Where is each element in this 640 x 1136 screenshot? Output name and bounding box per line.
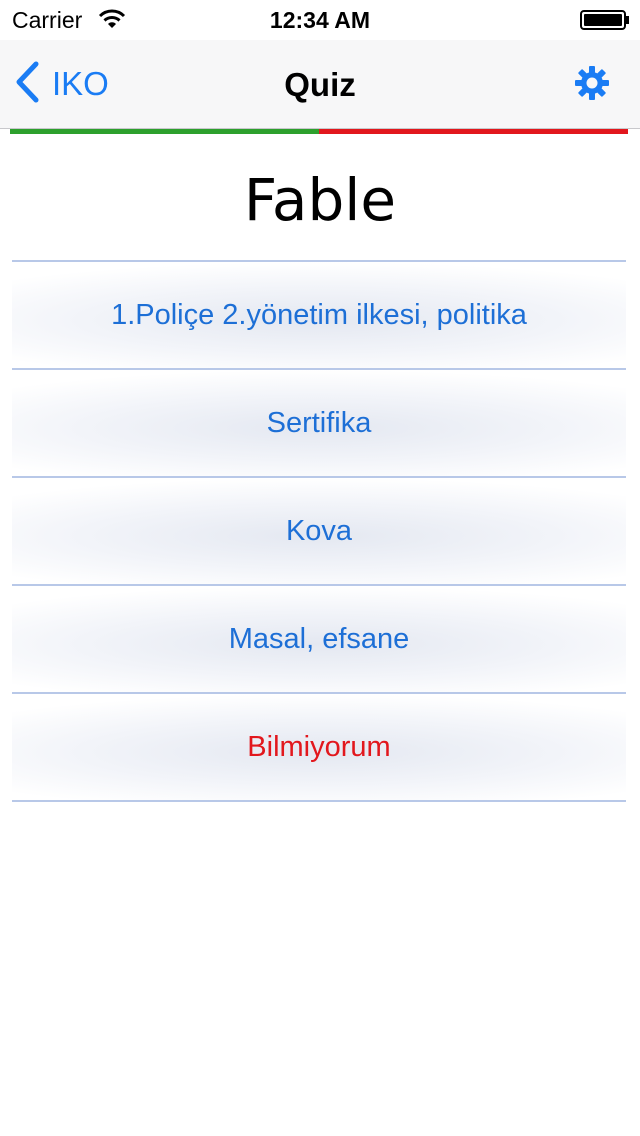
status-bar: Carrier 12:34 AM	[0, 0, 640, 40]
question-word: Fable	[243, 166, 397, 234]
clock: 12:34 AM	[269, 7, 371, 33]
progress-correct	[10, 129, 319, 134]
dont-know-button[interactable]: Bilmiyorum	[12, 692, 626, 800]
progress-wrong	[319, 129, 628, 134]
divider	[12, 800, 626, 802]
answer-option[interactable]: Masal, efsane	[12, 584, 626, 692]
answer-option[interactable]: Sertifika	[12, 368, 626, 476]
gear-icon[interactable]	[574, 65, 610, 101]
page-title: Quiz	[284, 66, 356, 103]
answer-option[interactable]: 1.Poliçe 2.yönetim ilkesi, politika	[12, 260, 626, 368]
battery-icon	[580, 10, 630, 30]
score-progress-bar	[10, 129, 628, 134]
navigation-bar: IKO Quiz	[0, 40, 640, 129]
answer-list: 1.Poliçe 2.yönetim ilkesi, politika Sert…	[12, 260, 626, 802]
answer-option[interactable]: Kova	[12, 476, 626, 584]
